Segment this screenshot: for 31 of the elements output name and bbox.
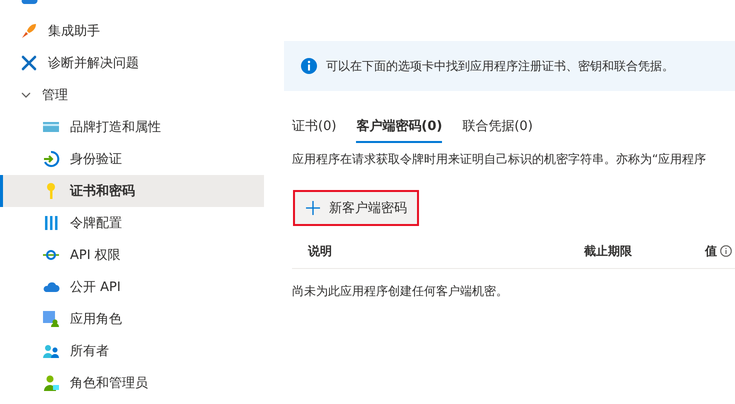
sidebar-item[interactable]: 集成助手 — [0, 15, 264, 47]
tab[interactable]: 联合凭据(0) — [462, 111, 533, 143]
sidebar-item[interactable]: 令牌配置 — [0, 207, 264, 239]
sidebar-item[interactable]: 所有者 — [0, 335, 264, 367]
empty-message: 尚未为此应用程序创建任何客户端机密。 — [292, 283, 509, 300]
column-header: 说明 — [306, 242, 333, 260]
sidebar-item[interactable]: 证书和密码 — [0, 175, 264, 207]
grid-person-icon — [42, 310, 60, 328]
people-icon — [42, 342, 60, 360]
person-icon — [42, 374, 60, 392]
info-text: 可以在下面的选项卡中找到应用程序注册证书、密钥和联合凭据。 — [326, 58, 674, 74]
sign-in-icon — [42, 150, 60, 168]
sidebar-item[interactable]: 诊断并解决问题 — [0, 47, 264, 79]
sidebar-item[interactable]: 公开 API — [0, 271, 264, 303]
tab[interactable]: 客户端密码(0) — [356, 111, 442, 143]
bars-icon — [42, 214, 60, 232]
sidebar-item[interactable]: 品牌打造和属性 — [0, 111, 264, 143]
sidebar-item[interactable]: 身份验证 — [0, 143, 264, 175]
sidebar-item[interactable]: API 权限 — [0, 239, 264, 271]
tab[interactable]: 证书(0) — [292, 111, 336, 143]
sidebar-item[interactable]: 角色和管理员 — [0, 367, 264, 399]
info-icon — [300, 57, 318, 75]
description-text: 应用程序在请求获取令牌时用来证明自己标识的机密字符串。亦称为“应用程序 — [292, 151, 708, 168]
rocket-icon — [20, 22, 38, 40]
new-secret-button[interactable]: 新客户端密码 — [293, 190, 419, 226]
column-header: 截止期限 — [583, 242, 633, 260]
sidebar-item[interactable]: 管理 — [0, 79, 264, 111]
info-icon — [720, 245, 732, 257]
column-header: 值 — [689, 242, 735, 260]
plus-icon — [305, 200, 321, 216]
sidebar-item[interactable]: 应用角色 — [0, 303, 264, 335]
